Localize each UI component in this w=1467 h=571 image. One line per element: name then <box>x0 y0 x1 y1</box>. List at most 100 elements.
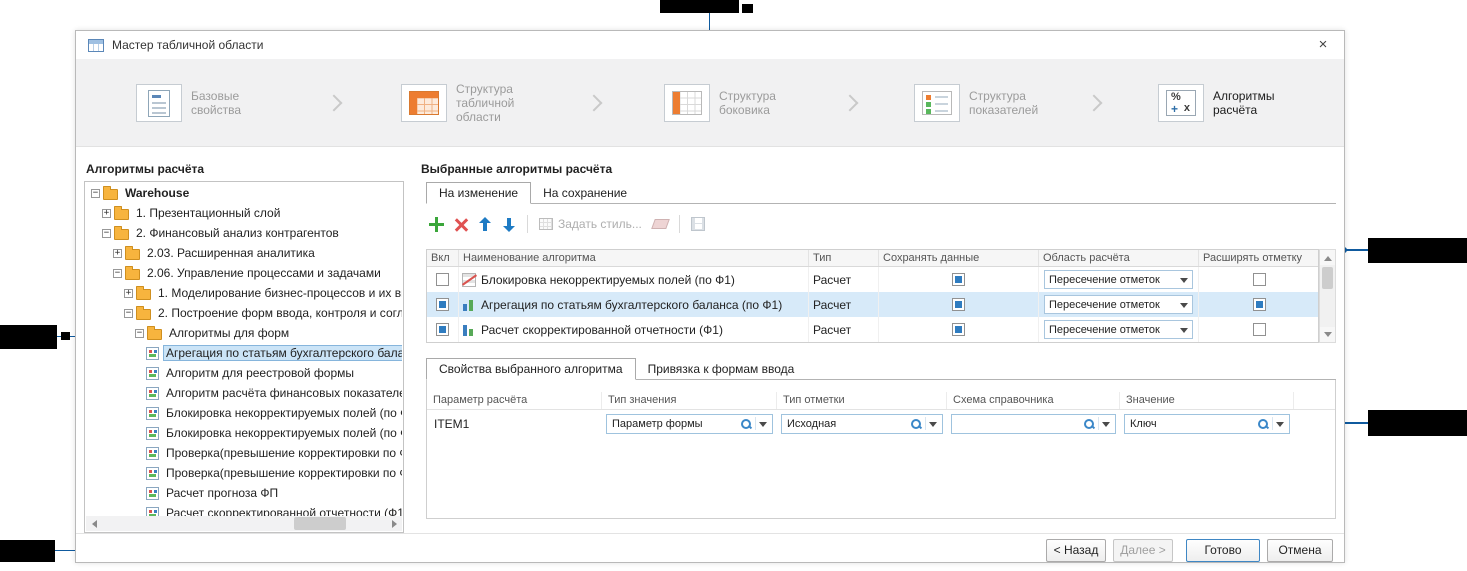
chevron-down-icon[interactable] <box>759 422 767 431</box>
step-basic-properties[interactable]: Базовые свойства <box>136 59 279 147</box>
search-icon[interactable] <box>910 418 922 430</box>
tree-item[interactable]: Блокировка некорректируемых полей (по Ф2… <box>86 423 402 443</box>
delete-icon[interactable] <box>455 218 468 231</box>
step-indicators-structure[interactable]: Структура показателей <box>914 59 1057 147</box>
table-row[interactable]: Агрегация по статьям бухгалтерского бала… <box>427 292 1318 317</box>
tree-item[interactable]: Алгоритм расчёта финансовых показателей <box>86 383 402 403</box>
cancel-button[interactable]: Отмена <box>1267 539 1333 562</box>
move-up-icon[interactable] <box>479 217 492 232</box>
algorithms-table-body: Блокировка некорректируемых полей (по Ф1… <box>427 267 1318 342</box>
column-header-expand-mark[interactable]: Расширять отметку <box>1199 250 1320 266</box>
column-header-dict-schema[interactable]: Схема справочника <box>947 392 1120 409</box>
search-icon[interactable] <box>1083 418 1095 430</box>
step-calculation-algorithms[interactable]: %+x Алгоритмы расчёта <box>1158 59 1301 147</box>
algorithm-name: Агрегация по статьям бухгалтерского бала… <box>481 298 782 312</box>
tab-input-forms-binding[interactable]: Привязка к формам ввода <box>636 359 807 380</box>
tree-item[interactable]: − Алгоритмы для форм <box>86 323 402 343</box>
search-icon[interactable] <box>1257 418 1269 430</box>
chevron-down-icon[interactable] <box>929 422 937 431</box>
column-header-enabled[interactable]: Вкл <box>427 250 459 266</box>
vertical-scrollbar[interactable] <box>1319 249 1336 343</box>
step-sidebar-structure[interactable]: Структура боковика <box>664 59 807 147</box>
scrollbar-thumb[interactable] <box>1322 267 1333 289</box>
tree-item[interactable]: + 1. Моделирование бизнес-процессов и их… <box>86 283 402 303</box>
tree-item-label: 1. Презентационный слой <box>133 205 283 221</box>
column-header-value[interactable]: Значение <box>1120 392 1294 409</box>
scroll-left-button[interactable] <box>86 516 101 531</box>
column-header-name[interactable]: Наименование алгоритма <box>459 250 809 266</box>
column-header-value-type[interactable]: Тип значения <box>602 392 777 409</box>
column-header-calc-area[interactable]: Область расчёта <box>1039 250 1199 266</box>
tree-item[interactable]: + 2.03. Расширенная аналитика <box>86 243 402 263</box>
tree-item[interactable]: − 2.06. Управление процессами и задачами <box>86 263 402 283</box>
tree-item[interactable]: Проверка(превышение корректировки по Ф2) <box>86 463 402 483</box>
finish-button[interactable]: Готово <box>1186 539 1260 562</box>
step-label: Структура боковика <box>719 89 807 117</box>
add-icon[interactable] <box>429 217 444 232</box>
set-style-button[interactable]: Задать стиль... <box>539 217 642 231</box>
table-row[interactable]: Блокировка некорректируемых полей (по Ф1… <box>427 267 1318 292</box>
calc-area-combo[interactable]: Пересечение отметок <box>1044 295 1193 314</box>
save-icon[interactable] <box>691 217 705 231</box>
column-header-save-data[interactable]: Сохранять данные <box>879 250 1039 266</box>
tree-item[interactable]: Блокировка некорректируемых полей (по Ф1… <box>86 403 402 423</box>
tree-item[interactable]: Проверка(превышение корректировки по Ф1) <box>86 443 402 463</box>
tree-item[interactable]: − 2. Построение форм ввода, контроля и с… <box>86 303 402 323</box>
tree-item[interactable]: Расчет прогноза ФП <box>86 483 402 503</box>
save-data-checkbox[interactable] <box>952 298 965 311</box>
dict-schema-combo[interactable] <box>951 414 1116 434</box>
column-header-calc-param[interactable]: Параметр расчёта <box>427 392 602 409</box>
horizontal-scrollbar[interactable] <box>86 516 402 531</box>
scroll-up-button[interactable] <box>1320 250 1335 265</box>
move-down-icon[interactable] <box>503 217 516 232</box>
chevron-down-icon[interactable] <box>1180 303 1188 312</box>
table-row[interactable]: Расчет скорректированной отчетности (Ф1)… <box>427 317 1318 342</box>
tree-item[interactable]: − 2. Финансовый анализ контрагентов <box>86 223 402 243</box>
tab-selected-algorithm-properties[interactable]: Свойства выбранного алгоритма <box>426 358 636 380</box>
calc-area-combo[interactable]: Пересечение отметок <box>1044 320 1193 339</box>
tree-expander[interactable]: − <box>113 269 122 278</box>
tree-expander[interactable]: + <box>113 249 122 258</box>
value-type-combo[interactable]: Параметр формы <box>606 414 773 434</box>
value-combo[interactable]: Ключ <box>1124 414 1290 434</box>
close-icon[interactable]: × <box>1314 36 1332 54</box>
step-table-area-structure[interactable]: Структура табличной области <box>401 59 544 147</box>
enabled-checkbox[interactable] <box>436 273 449 286</box>
search-icon[interactable] <box>740 418 752 430</box>
expand-mark-checkbox[interactable] <box>1253 323 1266 336</box>
scrollbar-thumb[interactable] <box>294 517 346 530</box>
eraser-icon[interactable] <box>651 219 670 229</box>
tree-item[interactable]: Алгоритм для реестровой формы <box>86 363 402 383</box>
enabled-checkbox[interactable] <box>436 298 449 311</box>
expand-mark-checkbox[interactable] <box>1253 298 1266 311</box>
tree-item[interactable]: − Warehouse <box>86 183 402 203</box>
tree-panel-title: Алгоритмы расчёта <box>86 162 204 176</box>
tree-item[interactable]: + 1. Презентационный слой <box>86 203 402 223</box>
chevron-down-icon[interactable] <box>1102 422 1110 431</box>
scroll-down-button[interactable] <box>1320 327 1335 342</box>
column-header-mark-type[interactable]: Тип отметки <box>777 392 947 409</box>
calc-area-combo[interactable]: Пересечение отметок <box>1044 270 1193 289</box>
tree-expander[interactable]: − <box>135 329 144 338</box>
expand-mark-checkbox[interactable] <box>1253 273 1266 286</box>
tree-expander[interactable]: − <box>124 309 133 318</box>
scroll-right-button[interactable] <box>387 516 402 531</box>
chevron-down-icon[interactable] <box>1180 328 1188 337</box>
chevron-down-icon[interactable] <box>1276 422 1284 431</box>
tree-item[interactable]: Агрегация по статьям бухгалтерского бала… <box>86 343 402 363</box>
tab-on-change[interactable]: На изменение <box>426 182 531 204</box>
chevron-down-icon[interactable] <box>1180 278 1188 287</box>
next-button[interactable]: Далее > <box>1113 539 1173 562</box>
mark-type-combo[interactable]: Исходная <box>781 414 943 434</box>
tab-on-save[interactable]: На сохранение <box>531 183 639 204</box>
tree-expander[interactable]: − <box>91 189 100 198</box>
back-button[interactable]: < Назад <box>1046 539 1106 562</box>
tree-expander[interactable]: + <box>124 289 133 298</box>
enabled-checkbox[interactable] <box>436 323 449 336</box>
tree-item[interactable]: Расчет скорректированной отчетности (Ф1) <box>86 503 402 516</box>
save-data-checkbox[interactable] <box>952 273 965 286</box>
column-header-type[interactable]: Тип <box>809 250 879 266</box>
save-data-checkbox[interactable] <box>952 323 965 336</box>
tree-expander[interactable]: − <box>102 229 111 238</box>
tree-expander[interactable]: + <box>102 209 111 218</box>
